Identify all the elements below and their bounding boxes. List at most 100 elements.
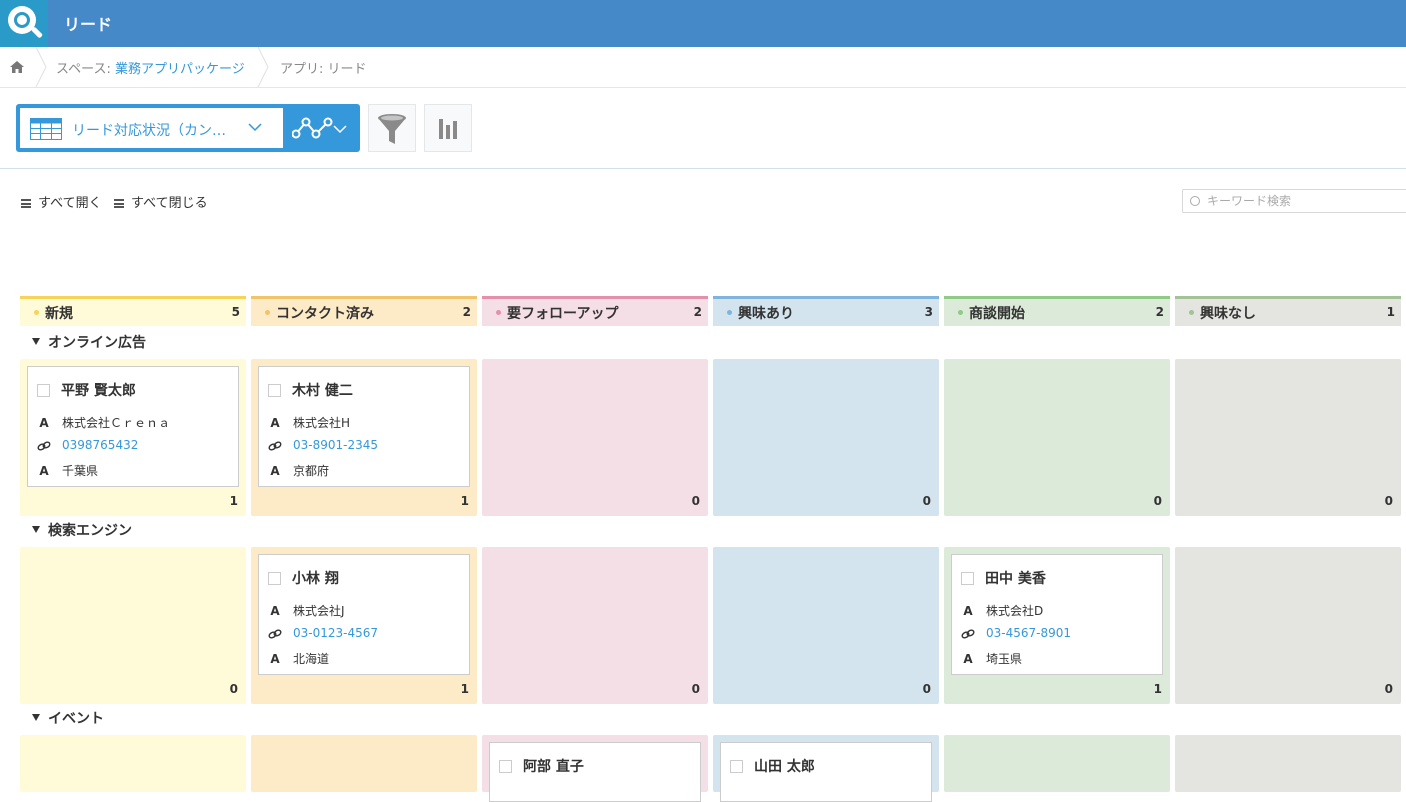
- cell-count: 0: [1153, 494, 1162, 508]
- kanban-cell: 木村 健二 A 株式会社H 03-8901-2345 A 京都府 1: [251, 359, 477, 516]
- status-dot: [727, 310, 732, 315]
- graph-view-icon[interactable]: [292, 114, 334, 142]
- app-search-logo-icon[interactable]: [0, 0, 48, 47]
- table-view-icon: [30, 118, 62, 140]
- link-icon: [37, 441, 51, 450]
- text-field-icon: A: [270, 416, 280, 430]
- lead-card[interactable]: 平野 賢太郎 A 株式会社Ｃｒｅｎａ 0398765432 A 千葉県: [27, 366, 239, 487]
- breadcrumb-space: スペース: 業務アプリパッケージ: [56, 58, 245, 77]
- kanban-cell: [1175, 735, 1401, 792]
- lead-name: 木村 健二: [292, 383, 353, 399]
- phone-link[interactable]: 03-0123-4567: [293, 626, 378, 640]
- text-field-icon: A: [39, 464, 49, 478]
- caret-down-icon: [32, 526, 40, 533]
- kanban-cell: 平野 賢太郎 A 株式会社Ｃｒｅｎａ 0398765432 A 千葉県 1: [20, 359, 246, 516]
- kanban-cell: [20, 735, 246, 792]
- caret-down-icon: [32, 338, 40, 345]
- phone-row: 03-4567-8901: [961, 626, 1071, 640]
- view-dropdown[interactable]: リード対応状況（カン…: [20, 108, 283, 148]
- prefecture-row: A 千葉県: [37, 462, 98, 479]
- group-title: オンライン広告: [48, 335, 146, 351]
- column-header-interested: 興味あり 3: [713, 296, 939, 326]
- phone-link[interactable]: 03-4567-8901: [986, 626, 1071, 640]
- cell-count: 0: [691, 682, 700, 696]
- text-field-icon: A: [963, 652, 973, 666]
- expand-all-button[interactable]: すべて開く: [21, 192, 102, 211]
- group-title: イベント: [48, 711, 104, 727]
- chevron-down-icon[interactable]: [333, 124, 347, 134]
- collapse-all-label: すべて閉じる: [131, 196, 208, 211]
- expand-list-icon: [21, 199, 31, 208]
- column-count: 1: [1386, 305, 1395, 319]
- lead-card[interactable]: 田中 美香 A 株式会社D 03-4567-8901 A 埼玉県: [951, 554, 1163, 675]
- breadcrumb-space-link[interactable]: 業務アプリパッケージ: [115, 62, 245, 77]
- lead-card[interactable]: 阿部 直子: [489, 742, 701, 802]
- cell-count: 0: [229, 682, 238, 696]
- view-selector: リード対応状況（カン…: [16, 104, 360, 152]
- column-title: コンタクト済み: [276, 306, 374, 322]
- group-toggle-event[interactable]: イベント: [32, 708, 104, 728]
- app-title: リード: [64, 15, 113, 34]
- card-checkbox[interactable]: [37, 384, 50, 397]
- phone-link[interactable]: 03-8901-2345: [293, 438, 378, 452]
- column-title: 商談開始: [969, 306, 1025, 322]
- lead-card[interactable]: 小林 翔 A 株式会社J 03-0123-4567 A 北海道: [258, 554, 470, 675]
- lead-name: 田中 美香: [985, 571, 1046, 587]
- card-checkbox[interactable]: [268, 384, 281, 397]
- search-input[interactable]: [1207, 192, 1397, 210]
- company-name: 株式会社D: [986, 604, 1044, 618]
- kanban-cell: 0: [482, 359, 708, 516]
- text-field-icon: A: [39, 416, 49, 430]
- card-checkbox[interactable]: [730, 760, 743, 773]
- cell-count: 1: [1153, 682, 1162, 696]
- kanban-cell: 0: [20, 547, 246, 704]
- keyword-search: [1182, 189, 1406, 213]
- column-title: 興味なし: [1200, 306, 1256, 322]
- cell-count: 0: [922, 682, 931, 696]
- prefecture-row: A 埼玉県: [961, 650, 1022, 667]
- kanban-cell: 山田 太郎: [713, 735, 939, 802]
- card-checkbox[interactable]: [499, 760, 512, 773]
- card-checkbox[interactable]: [961, 572, 974, 585]
- kanban-cell: 0: [944, 359, 1170, 516]
- column-header-negotiation: 商談開始 2: [944, 296, 1170, 326]
- company-row: A 株式会社J: [268, 602, 344, 619]
- phone-row: 03-8901-2345: [268, 438, 378, 452]
- kanban-cell: [251, 735, 477, 792]
- kanban-cell: [944, 735, 1170, 792]
- column-count: 2: [1155, 305, 1164, 319]
- prefecture: 埼玉県: [986, 652, 1023, 666]
- breadcrumb-separator-icon: [257, 47, 269, 87]
- lead-card[interactable]: 木村 健二 A 株式会社H 03-8901-2345 A 京都府: [258, 366, 470, 487]
- bar-chart-icon: [439, 119, 457, 139]
- collapse-list-icon: [114, 199, 124, 208]
- group-toggle-online-ads[interactable]: オンライン広告: [32, 332, 146, 352]
- card-checkbox[interactable]: [268, 572, 281, 585]
- status-dot: [958, 310, 963, 315]
- kanban-cell: 田中 美香 A 株式会社D 03-4567-8901 A 埼玉県 1: [944, 547, 1170, 704]
- phone-link[interactable]: 0398765432: [62, 438, 138, 452]
- chart-button[interactable]: [424, 104, 472, 152]
- breadcrumb-separator-icon: [35, 47, 47, 87]
- status-dot: [1189, 310, 1194, 315]
- prefecture: 北海道: [293, 652, 330, 666]
- home-icon[interactable]: [9, 60, 25, 74]
- filter-button[interactable]: [368, 104, 416, 152]
- breadcrumb: スペース: 業務アプリパッケージ アプリ: リード: [0, 47, 1406, 88]
- link-icon: [268, 629, 282, 638]
- group-toggle-search-engine[interactable]: 検索エンジン: [32, 520, 132, 540]
- lead-name: 平野 賢太郎: [61, 383, 136, 399]
- kanban-cell: 阿部 直子: [482, 735, 708, 802]
- lead-card[interactable]: 山田 太郎: [720, 742, 932, 802]
- funnel-icon: [378, 114, 406, 144]
- column-header-contacted: コンタクト済み 2: [251, 296, 477, 326]
- prefecture: 京都府: [293, 464, 330, 478]
- breadcrumb-app: アプリ: リード: [280, 62, 367, 77]
- breadcrumb-space-prefix: スペース:: [56, 62, 115, 77]
- expand-all-label: すべて開く: [38, 196, 102, 211]
- status-dot: [265, 310, 270, 315]
- group-title: 検索エンジン: [48, 523, 132, 539]
- column-count: 3: [924, 305, 933, 319]
- kanban-cell: 0: [713, 359, 939, 516]
- collapse-all-button[interactable]: すべて閉じる: [114, 192, 208, 211]
